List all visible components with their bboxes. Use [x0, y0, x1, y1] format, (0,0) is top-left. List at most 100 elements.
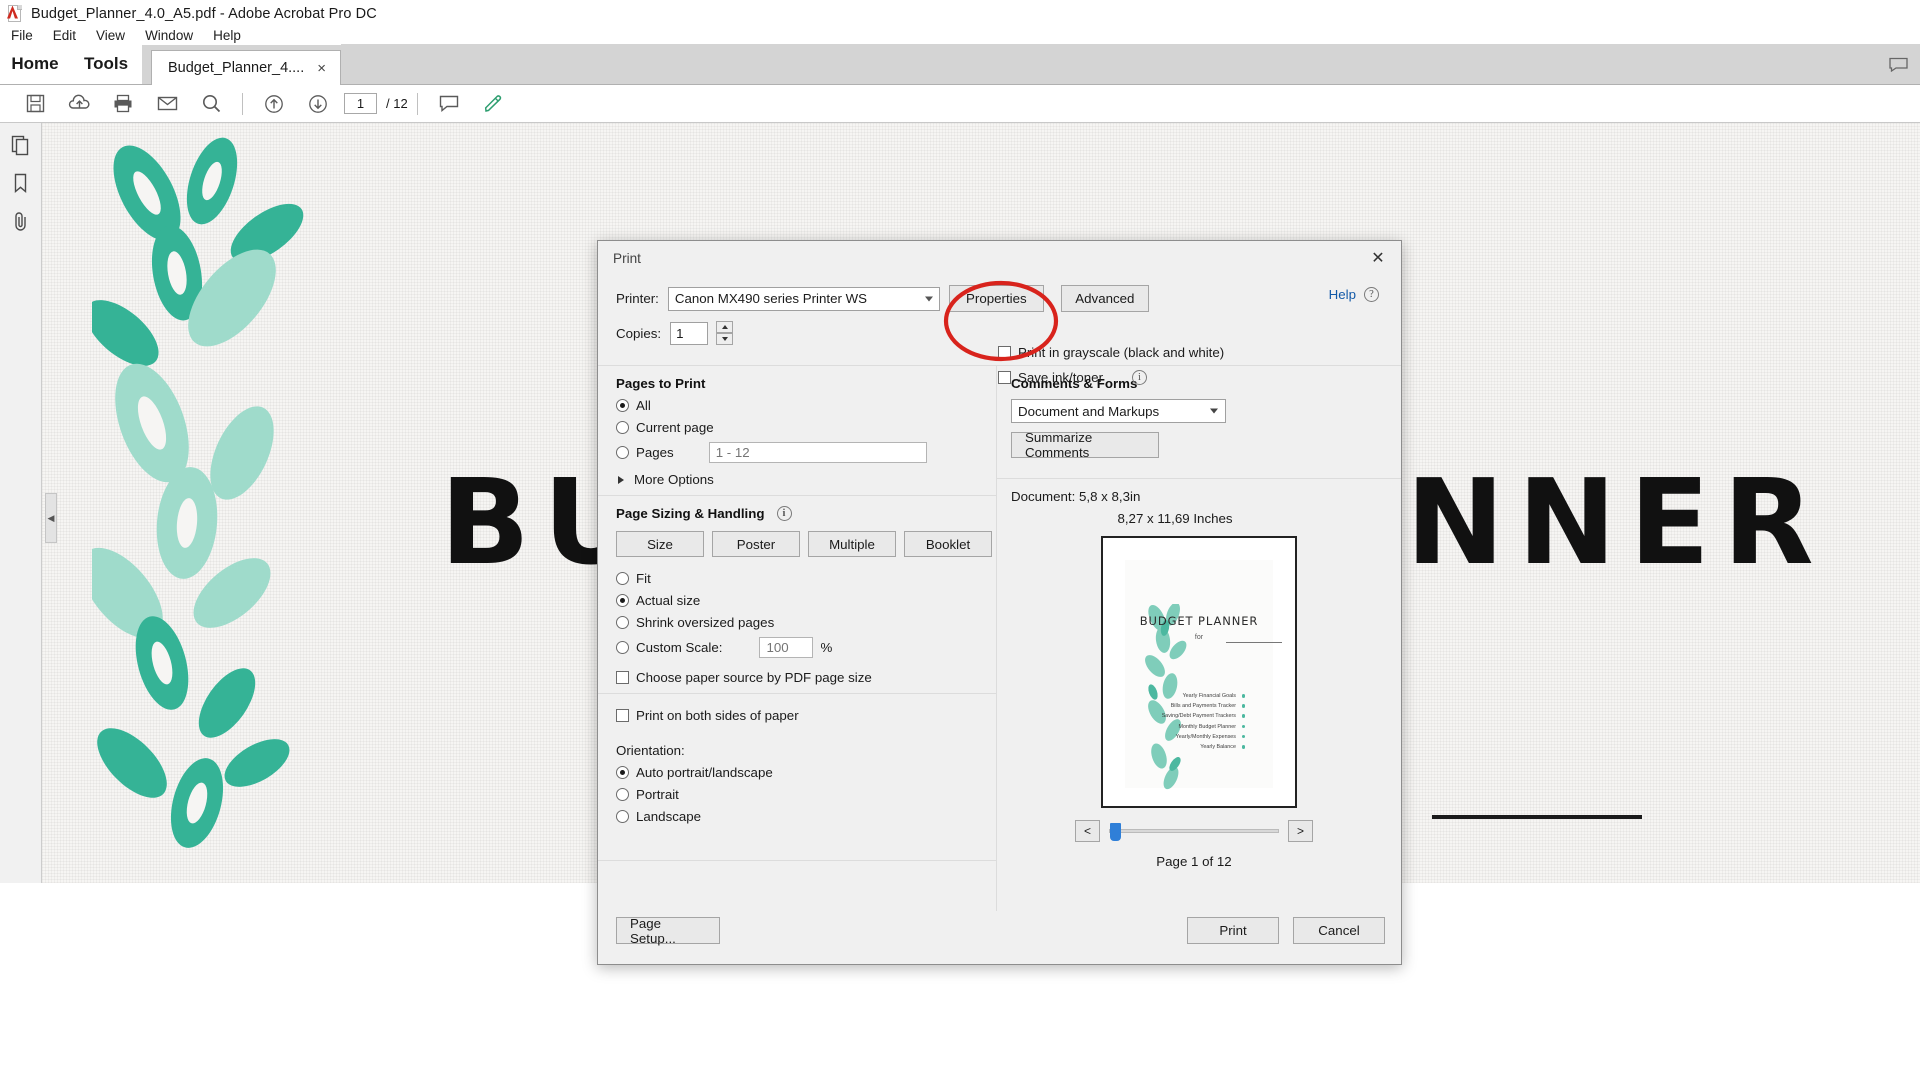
radio-custom-scale[interactable]: Custom Scale: %: [616, 637, 996, 658]
list-item: Yearly Financial Goals: [1162, 691, 1246, 701]
properties-button[interactable]: Properties: [948, 285, 1044, 312]
help-circle-icon[interactable]: ?: [1364, 287, 1379, 302]
paper-source-checkbox[interactable]: [616, 671, 629, 684]
info-circle-icon[interactable]: i: [1132, 370, 1148, 385]
pdf-file-icon: [7, 4, 24, 23]
page-number-input[interactable]: 1: [344, 93, 377, 114]
comment-icon[interactable]: [1889, 57, 1908, 72]
both-sides-row[interactable]: Print on both sides of paper: [616, 708, 996, 723]
tab-tools[interactable]: Tools: [70, 44, 142, 84]
search-icon[interactable]: [189, 87, 233, 121]
document-size-label: Document: 5,8 x 8,3in: [1011, 489, 1141, 504]
menu-view[interactable]: View: [86, 27, 135, 45]
printer-select[interactable]: Canon MX490 series Printer WS: [667, 286, 940, 311]
for-underline: [1432, 815, 1642, 819]
page-thumbnails-icon[interactable]: [4, 129, 38, 161]
menu-file[interactable]: File: [8, 27, 43, 45]
radio-fit-indicator[interactable]: [616, 572, 629, 585]
radio-fit-label: Fit: [636, 571, 651, 586]
info-circle-icon[interactable]: i: [776, 506, 792, 521]
duplex-orientation-group: Print on both sides of paper Orientation…: [598, 694, 996, 832]
comments-forms-select[interactable]: Document and Markups: [1011, 399, 1226, 423]
attachments-icon[interactable]: [4, 205, 38, 237]
poster-button[interactable]: Poster: [712, 531, 800, 557]
radio-actual-size-label: Actual size: [636, 593, 701, 608]
radio-shrink-indicator[interactable]: [616, 616, 629, 629]
preview-prev-button[interactable]: <: [1075, 820, 1100, 842]
radio-current-page-indicator[interactable]: [616, 421, 629, 434]
saveink-checkbox-row[interactable]: Save ink/toner i: [998, 370, 1224, 385]
radio-actual-size-indicator[interactable]: [616, 594, 629, 607]
custom-scale-input[interactable]: [759, 637, 814, 658]
radio-custom-scale-indicator[interactable]: [616, 641, 629, 654]
radio-pages[interactable]: Pages: [616, 442, 996, 463]
both-sides-checkbox[interactable]: [616, 709, 629, 722]
summarize-comments-button[interactable]: Summarize Comments: [1011, 430, 1159, 460]
help-link[interactable]: Help: [1329, 287, 1356, 302]
radio-shrink[interactable]: Shrink oversized pages: [616, 615, 996, 630]
tab-home[interactable]: Home: [0, 44, 70, 84]
preview-page-slider[interactable]: [1109, 823, 1279, 841]
previous-page-icon[interactable]: [252, 87, 296, 121]
slider-thumb[interactable]: [1110, 823, 1121, 841]
radio-landscape[interactable]: Landscape: [616, 809, 996, 824]
paper-source-row[interactable]: Choose paper source by PDF page size: [616, 670, 996, 685]
radio-auto-orientation-indicator[interactable]: [616, 766, 629, 779]
radio-auto-orientation-label: Auto portrait/landscape: [636, 765, 773, 780]
tab-document[interactable]: Budget_Planner_4.... ×: [151, 50, 342, 85]
radio-pages-indicator[interactable]: [616, 446, 629, 459]
menu-help[interactable]: Help: [203, 27, 251, 45]
close-icon[interactable]: ×: [314, 60, 329, 77]
email-icon[interactable]: [145, 87, 189, 121]
radio-landscape-indicator[interactable]: [616, 810, 629, 823]
bookmarks-icon[interactable]: [4, 167, 38, 199]
saveink-checkbox[interactable]: [998, 371, 1011, 384]
menu-window[interactable]: Window: [135, 27, 203, 45]
radio-all-indicator[interactable]: [616, 399, 629, 412]
grayscale-checkbox-row[interactable]: Print in grayscale (black and white): [998, 345, 1224, 360]
menu-bar: File Edit View Window Help: [0, 27, 1920, 45]
booklet-button[interactable]: Booklet: [904, 531, 992, 557]
save-icon[interactable]: [13, 87, 57, 121]
copies-stepper[interactable]: [716, 321, 734, 345]
collapse-panel-icon[interactable]: ◀: [45, 493, 57, 543]
menu-edit[interactable]: Edit: [43, 27, 86, 45]
radio-fit[interactable]: Fit: [616, 571, 996, 586]
radio-portrait-indicator[interactable]: [616, 788, 629, 801]
radio-current-page[interactable]: Current page: [616, 420, 996, 435]
radio-all[interactable]: All: [616, 398, 996, 413]
help-area: Help ?: [1329, 287, 1379, 302]
copies-input[interactable]: 1: [670, 321, 709, 345]
advanced-button[interactable]: Advanced: [1060, 285, 1149, 312]
page-setup-button[interactable]: Page Setup...: [616, 916, 720, 946]
saveink-label: Save ink/toner: [1018, 370, 1104, 385]
radio-auto-orientation[interactable]: Auto portrait/landscape: [616, 765, 996, 780]
cloud-upload-icon[interactable]: [57, 87, 101, 121]
print-icon[interactable]: [101, 87, 145, 121]
radio-landscape-label: Landscape: [636, 809, 702, 824]
more-options-toggle[interactable]: More Options: [616, 472, 996, 487]
orientation-heading: Orientation:: [616, 743, 685, 758]
stepper-up-icon[interactable]: [716, 321, 734, 333]
list-item: Yearly/Monthly Expenses: [1162, 732, 1246, 742]
percent-label: %: [820, 640, 833, 655]
floral-decoration: [92, 137, 304, 848]
radio-portrait[interactable]: Portrait: [616, 787, 996, 802]
cancel-button[interactable]: Cancel: [1293, 917, 1385, 944]
grayscale-checkbox[interactable]: [998, 346, 1011, 359]
pages-range-input[interactable]: [708, 442, 927, 463]
print-dialog: Print ✕ Printer: Canon MX490 series Prin…: [597, 240, 1402, 965]
comment-icon[interactable]: [427, 87, 471, 121]
print-button[interactable]: Print: [1187, 917, 1279, 944]
next-page-icon[interactable]: [296, 87, 340, 121]
preview-next-button[interactable]: >: [1288, 820, 1313, 842]
size-button[interactable]: Size: [616, 531, 704, 557]
paper-size-label: 8,27 x 11,69 Inches: [1117, 511, 1233, 526]
stepper-down-icon[interactable]: [716, 333, 734, 345]
highlight-icon[interactable]: [471, 87, 515, 121]
radio-actual-size[interactable]: Actual size: [616, 593, 996, 608]
multiple-button[interactable]: Multiple: [808, 531, 896, 557]
window-title: Budget_Planner_4.0_A5.pdf - Adobe Acroba…: [31, 5, 377, 22]
close-icon[interactable]: ✕: [1359, 244, 1397, 271]
pages-to-print-heading: Pages to Print: [616, 376, 706, 391]
